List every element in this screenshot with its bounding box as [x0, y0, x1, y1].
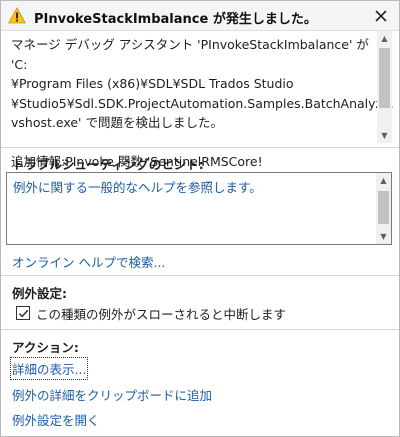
divider: [1, 147, 399, 148]
scroll-thumb[interactable]: [379, 48, 390, 108]
scroll-up-icon[interactable]: ▲: [377, 31, 392, 46]
actions-heading: アクション:: [12, 340, 79, 355]
scroll-down-icon[interactable]: ▼: [377, 128, 392, 143]
exception-message-text: マネージ デバッグ アシスタント 'PInvokeStackImbalance'…: [11, 37, 394, 169]
scroll-up-icon[interactable]: ▲: [376, 173, 391, 188]
window-title: PInvokeStackImbalance が発生しました。: [34, 12, 317, 27]
hint-scrollbar[interactable]: ▲ ▼: [376, 173, 391, 244]
exception-settings-heading: 例外設定:: [12, 286, 67, 301]
message-scrollbar[interactable]: ▲ ▼: [377, 31, 392, 143]
troubleshooting-heading: トラブルシューティングのヒント:: [12, 157, 204, 172]
view-details-link[interactable]: 詳細の表示...: [9, 357, 89, 380]
open-exception-settings-link[interactable]: 例外設定を開く: [12, 410, 100, 429]
divider: [1, 275, 399, 276]
warning-icon: [8, 7, 26, 24]
break-on-exception-label: この種類の例外がスローされると中断します: [36, 306, 287, 322]
exception-message-box[interactable]: マネージ デバッグ アシスタント 'PInvokeStackImbalance'…: [6, 31, 394, 169]
divider: [1, 329, 399, 330]
close-icon: [375, 10, 387, 22]
copy-details-link[interactable]: 例外の詳細をクリップボードに追加: [12, 385, 212, 404]
checkmark-icon: [18, 309, 28, 317]
general-help-link[interactable]: 例外に関する一般的なヘルプを参照します。: [13, 177, 262, 196]
title-bar: PInvokeStackImbalance が発生しました。: [1, 1, 399, 31]
scroll-thumb[interactable]: [378, 191, 389, 224]
close-button[interactable]: [371, 6, 391, 26]
scroll-down-icon[interactable]: ▼: [376, 229, 391, 244]
online-help-link[interactable]: オンライン ヘルプで検索...: [12, 252, 165, 271]
break-on-exception-checkbox-row[interactable]: この種類の例外がスローされると中断します: [16, 305, 287, 322]
break-on-exception-checkbox[interactable]: [16, 306, 30, 320]
troubleshooting-hints-box[interactable]: 例外に関する一般的なヘルプを参照します。 ▲ ▼: [6, 172, 392, 245]
exception-helper-window: PInvokeStackImbalance が発生しました。 マネージ デバッグ…: [0, 0, 400, 437]
